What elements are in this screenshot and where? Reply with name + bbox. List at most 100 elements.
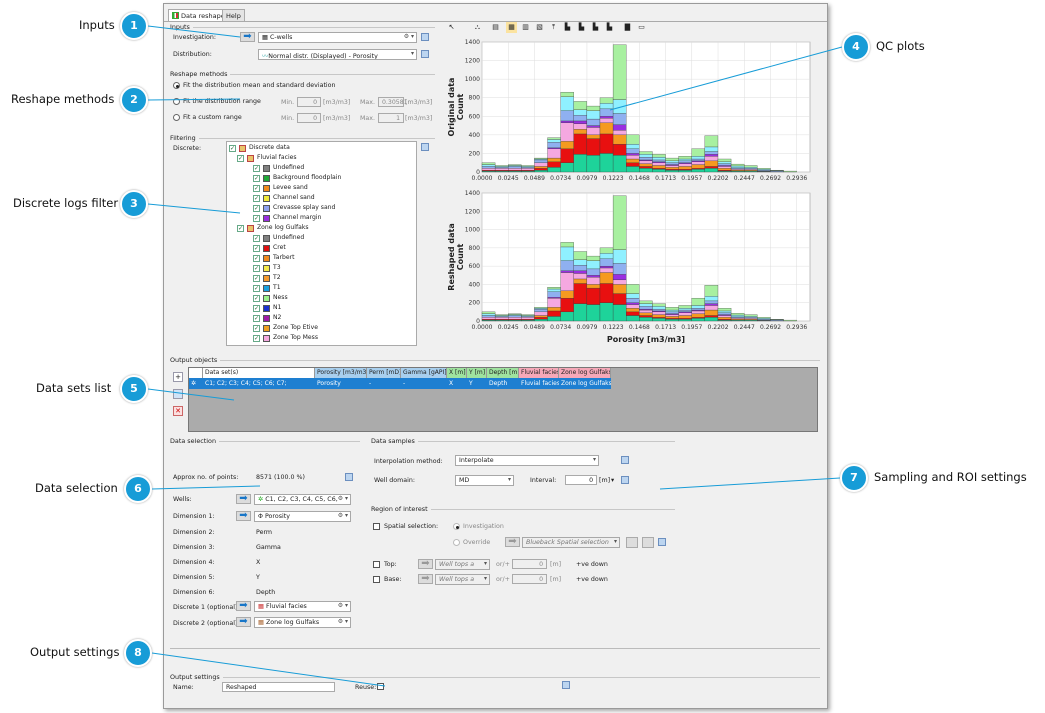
base-combo[interactable]: Well tops a ▾ — [435, 574, 490, 585]
insert-discrete-2-button[interactable]: ➡ — [236, 617, 251, 627]
tree-checkbox[interactable]: ✓ — [237, 155, 244, 162]
tree-checkbox[interactable]: ✓ — [253, 315, 260, 322]
filter-settings-icon[interactable] — [421, 143, 429, 151]
table-cell[interactable]: Porosity — [315, 378, 367, 389]
tree-checkbox[interactable]: ✓ — [253, 185, 260, 192]
fit-mean-std-radio[interactable] — [173, 82, 180, 89]
interpolation-settings-icon[interactable] — [621, 456, 629, 464]
copy-dataset-icon[interactable] — [173, 389, 183, 399]
column-header[interactable]: Y [m] — [467, 368, 487, 378]
top-combo[interactable]: Well tops a ▾ — [435, 559, 490, 570]
tab-help[interactable]: Help — [222, 9, 245, 21]
tree-checkbox[interactable]: ✓ — [253, 165, 260, 172]
delete-dataset-icon[interactable]: ✕ — [173, 406, 183, 416]
reuse-checkbox[interactable] — [377, 683, 384, 690]
tree-checkbox[interactable]: ✓ — [253, 245, 260, 252]
table-cell[interactable]: - — [401, 378, 447, 389]
split-view-icon[interactable]: ▦ — [506, 22, 517, 33]
histogram-a-icon[interactable]: ▙ — [562, 22, 573, 33]
table-cell[interactable]: - — [367, 378, 401, 389]
wells-combo[interactable]: ✲ C1, C2, C3, C4, C5, C6, C7 ⚙ ▾ — [254, 494, 351, 505]
dimension-1-combo[interactable]: Φ Porosity ⚙ ▾ — [254, 511, 351, 522]
tree-checkbox[interactable]: ✓ — [237, 225, 244, 232]
column-header[interactable]: Fluvial facies — [519, 368, 559, 378]
output-name-field[interactable]: Reshaped — [222, 682, 335, 692]
well-domain-combo[interactable]: MD ▾ — [455, 475, 514, 486]
investigation-radio[interactable] — [453, 523, 460, 530]
investigation-settings-icon[interactable] — [421, 33, 429, 41]
layout-icon[interactable]: ▤ — [490, 22, 501, 33]
tree-checkbox[interactable]: ✓ — [229, 145, 236, 152]
table-cell[interactable]: Depth — [487, 378, 519, 389]
unit-chevron-icon[interactable]: ▾ — [611, 477, 614, 484]
tree-checkbox[interactable]: ✓ — [253, 285, 260, 292]
tree-checkbox[interactable]: ✓ — [253, 255, 260, 262]
column-header[interactable]: X [m] — [447, 368, 467, 378]
print-icon[interactable]: ▭ — [636, 22, 647, 33]
column-header[interactable]: Gamma [gAPI] — [401, 368, 447, 378]
table-cell[interactable]: C1; C2; C3; C4; C5; C6; C7; — [203, 378, 315, 389]
output-settings-icon[interactable] — [562, 681, 570, 689]
tree-checkbox[interactable]: ✓ — [253, 275, 260, 282]
column-header[interactable]: Depth [m] — [487, 368, 519, 378]
spatial-edit-icon[interactable] — [626, 537, 638, 548]
select-icon[interactable]: ↖ — [446, 22, 457, 33]
fit-custom-range-radio[interactable] — [173, 114, 180, 121]
tree-checkbox[interactable]: ✓ — [253, 235, 260, 242]
insert-spatial-button[interactable]: ➡ — [505, 537, 520, 547]
insert-discrete-1-button[interactable]: ➡ — [236, 601, 251, 611]
spatial-clear-icon[interactable] — [642, 537, 654, 548]
top-checkbox[interactable] — [373, 561, 380, 568]
tree-checkbox[interactable]: ✓ — [253, 215, 260, 222]
column-header[interactable]: Perm [mD] — [367, 368, 401, 378]
discrete-2-combo[interactable]: ▦ Zone log Gulfaks ⚙ ▾ — [254, 617, 351, 628]
base-checkbox[interactable] — [373, 576, 380, 583]
column-header[interactable]: Data set(s) — [203, 368, 315, 378]
custom-max-field[interactable]: 1 — [378, 113, 404, 123]
base-offset-field[interactable]: 0 — [512, 574, 547, 584]
histogram-b-icon[interactable]: ▙ — [576, 22, 587, 33]
custom-min-field[interactable]: 0 — [297, 113, 321, 123]
histogram-d-icon[interactable]: ▙ — [604, 22, 615, 33]
distribution-combo[interactable]: 〰Normal distr. (Displayed) - Porosity ▾ — [258, 49, 417, 60]
discrete-1-combo[interactable]: ▦ Fluvial facies ⚙ ▾ — [254, 601, 351, 612]
insert-investigation-button[interactable]: ➡ — [240, 32, 255, 42]
insert-dimension-1-button[interactable]: ➡ — [236, 511, 251, 521]
tree-checkbox[interactable]: ✓ — [253, 265, 260, 272]
chart-icon[interactable]: ▇ — [622, 22, 633, 33]
distribution-settings-icon[interactable] — [421, 50, 429, 58]
tree-checkbox[interactable]: ✓ — [253, 305, 260, 312]
override-radio[interactable] — [453, 539, 460, 546]
points-refresh-icon[interactable] — [345, 473, 353, 481]
spatial-settings-icon[interactable] — [658, 538, 666, 546]
tree-checkbox[interactable]: ✓ — [253, 175, 260, 182]
histogram-c-icon[interactable]: ▙ — [590, 22, 601, 33]
table-cell[interactable]: Zone log Gulfaks — [559, 378, 611, 389]
table-cell[interactable]: X — [447, 378, 467, 389]
top-offset-field[interactable]: 0 — [512, 559, 547, 569]
tree-checkbox[interactable]: ✓ — [253, 205, 260, 212]
tree-checkbox[interactable]: ✓ — [253, 325, 260, 332]
fit-range-radio[interactable] — [173, 98, 180, 105]
add-dataset-icon[interactable]: + — [173, 372, 183, 382]
range-min-field[interactable]: 0 — [297, 97, 321, 107]
interval-field[interactable]: 0 — [565, 475, 597, 485]
column-header[interactable]: Porosity [m3/m3] — [315, 368, 367, 378]
tree-checkbox[interactable]: ✓ — [253, 195, 260, 202]
insert-base-button[interactable]: ➡ — [418, 574, 433, 584]
table-cell[interactable]: Y — [467, 378, 487, 389]
interval-settings-icon[interactable] — [621, 476, 629, 484]
tree-checkbox[interactable]: ✓ — [253, 295, 260, 302]
investigation-combo[interactable]: ▦ C-wells ⚙ ▾ — [258, 32, 417, 43]
interpolation-combo[interactable]: Interpolate ▾ — [455, 455, 599, 466]
tree-checkbox[interactable]: ✓ — [253, 335, 260, 342]
export-icon[interactable]: ⤒ — [548, 22, 559, 33]
distribution-icon[interactable]: ⛬ — [472, 22, 483, 33]
insert-top-button[interactable]: ➡ — [418, 559, 433, 569]
columns-icon[interactable]: ▧ — [534, 22, 545, 33]
column-header[interactable]: Zone log Gulfaks — [559, 368, 611, 378]
insert-wells-button[interactable]: ➡ — [236, 494, 251, 504]
spatial-selection-combo[interactable]: Blueback Spatial selection ▾ — [522, 537, 620, 548]
table-icon[interactable]: ▥ — [520, 22, 531, 33]
table-cell[interactable]: Fluvial facies — [519, 378, 559, 389]
